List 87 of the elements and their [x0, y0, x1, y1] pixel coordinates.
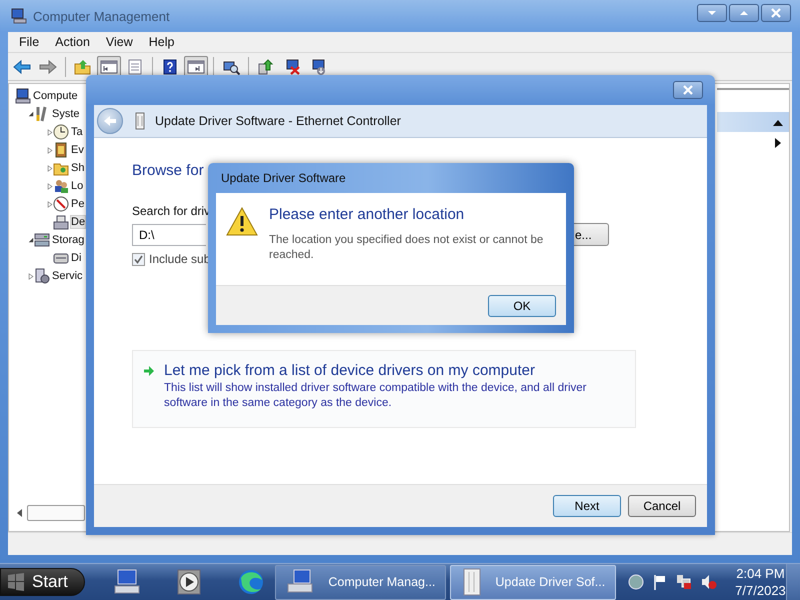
dialog-title: Update Driver Software: [221, 171, 346, 185]
expand-arrow-icon[interactable]: [47, 128, 53, 136]
services-icon: [34, 268, 50, 284]
folder-up-icon: [74, 58, 92, 74]
tree-item[interactable]: Compute: [33, 90, 78, 102]
show-desktop-button[interactable]: [786, 564, 800, 600]
collapse-icon[interactable]: [773, 118, 783, 126]
network-icon[interactable]: [676, 574, 692, 590]
tree-item[interactable]: Syste: [52, 108, 80, 120]
collapse-arrow-icon[interactable]: [28, 110, 34, 118]
computer-icon: [15, 88, 31, 104]
option-description: This list will show installed driver software compatible with the device, and all driver software in the same category as the device.: [164, 381, 588, 411]
expand-arrow-icon[interactable]: [47, 182, 53, 190]
left-pane-icon: [100, 58, 118, 74]
globe-icon[interactable]: [628, 574, 644, 590]
close-icon: [771, 8, 781, 18]
wizard-title: Update Driver Software - Ethernet Controller: [155, 114, 401, 128]
tree-item[interactable]: Servic: [52, 270, 83, 282]
tree-item[interactable]: Pe: [71, 198, 84, 210]
actions-header[interactable]: [717, 112, 789, 132]
help-icon: [161, 58, 179, 74]
expand-arrow-icon[interactable]: [47, 164, 53, 172]
forward-arrow-icon: [39, 58, 57, 74]
menu-item[interactable]: View: [98, 35, 141, 49]
storage-icon: [34, 232, 50, 248]
event-icon: [53, 142, 69, 158]
maximize-button[interactable]: [729, 4, 759, 22]
option-title: Let me pick from a list of device drivers on my computer: [164, 362, 536, 379]
speaker-muted-icon[interactable]: [701, 574, 718, 590]
tree-item[interactable]: Di: [71, 252, 82, 264]
page-heading: Browse for: [132, 162, 204, 181]
device-icon: [461, 568, 484, 596]
minimize-icon: [707, 10, 717, 16]
tree-item[interactable]: De: [71, 216, 86, 228]
tree-item[interactable]: Sh: [71, 162, 84, 174]
path-field[interactable]: D:\: [132, 224, 206, 246]
warning-icon: [226, 207, 258, 236]
dialog-message: The location you specified does not exist or cannot be reached.: [269, 233, 544, 263]
computer-management-icon: [11, 8, 27, 24]
window-title: Computer Management: [33, 8, 170, 24]
checkbox[interactable]: [132, 252, 145, 266]
tree-item[interactable]: Lo: [71, 180, 84, 192]
expand-arrow-icon[interactable]: [47, 200, 53, 208]
flag-icon[interactable]: [653, 574, 668, 590]
collapse-arrow-icon[interactable]: [28, 236, 34, 244]
ok-button[interactable]: OK: [488, 294, 556, 316]
expand-arrow-icon[interactable]: [47, 146, 53, 154]
option-link[interactable]: Let me pick from a list of device drivers on my computer This list will show installed driver software compatible with the device, and all driver software in the same category as the device.: [132, 350, 636, 428]
expand-arrow-icon[interactable]: [28, 272, 34, 280]
back-arrow-icon: [103, 115, 117, 127]
date-text: 7/7/2023: [735, 582, 786, 599]
back-button[interactable]: [97, 108, 123, 134]
clock-icon: [53, 124, 69, 140]
wizard-button[interactable]: Next: [553, 495, 621, 517]
upload-arrow-icon: [257, 58, 275, 74]
menu-item[interactable]: Help: [140, 35, 182, 49]
close-button[interactable]: [673, 81, 703, 99]
close-button[interactable]: [761, 4, 791, 22]
perf-icon: [53, 196, 69, 212]
menu-item[interactable]: File: [11, 35, 48, 49]
arrow-icon: [143, 365, 155, 377]
back-arrow-icon: [13, 58, 31, 74]
wizard-button[interactable]: Cancel: [628, 495, 696, 517]
device-icon: [53, 214, 69, 230]
submenu-arrow-icon[interactable]: [775, 138, 781, 148]
users-icon: [53, 178, 69, 194]
scroll-left-icon[interactable]: [17, 509, 23, 517]
dialog-heading: Please enter another location: [269, 206, 466, 223]
document-icon: [126, 58, 144, 74]
minimize-button[interactable]: [697, 4, 727, 22]
clock[interactable]: 2:04 PM 7/7/2023: [735, 565, 786, 599]
tree-item[interactable]: Storag: [52, 234, 84, 246]
right-pane-icon: [187, 58, 205, 74]
menu-item[interactable]: Action: [47, 35, 98, 49]
tree-item[interactable]: Ev: [71, 144, 84, 156]
pane-button[interactable]: [184, 56, 208, 78]
start-logo-icon: [6, 573, 26, 591]
time-text: 2:04 PM: [736, 565, 785, 582]
browse-button[interactable]: e...: [573, 223, 609, 246]
tree-button[interactable]: [97, 56, 121, 78]
tree-item[interactable]: Ta: [71, 126, 83, 138]
network-card-icon: [135, 112, 145, 130]
scroll-thumb[interactable]: [27, 505, 85, 521]
start-button[interactable]: Start: [0, 568, 86, 596]
maximize-icon: [739, 10, 749, 16]
close-icon: [682, 85, 694, 95]
taskbar-button[interactable]: Computer Manag...: [275, 564, 446, 600]
